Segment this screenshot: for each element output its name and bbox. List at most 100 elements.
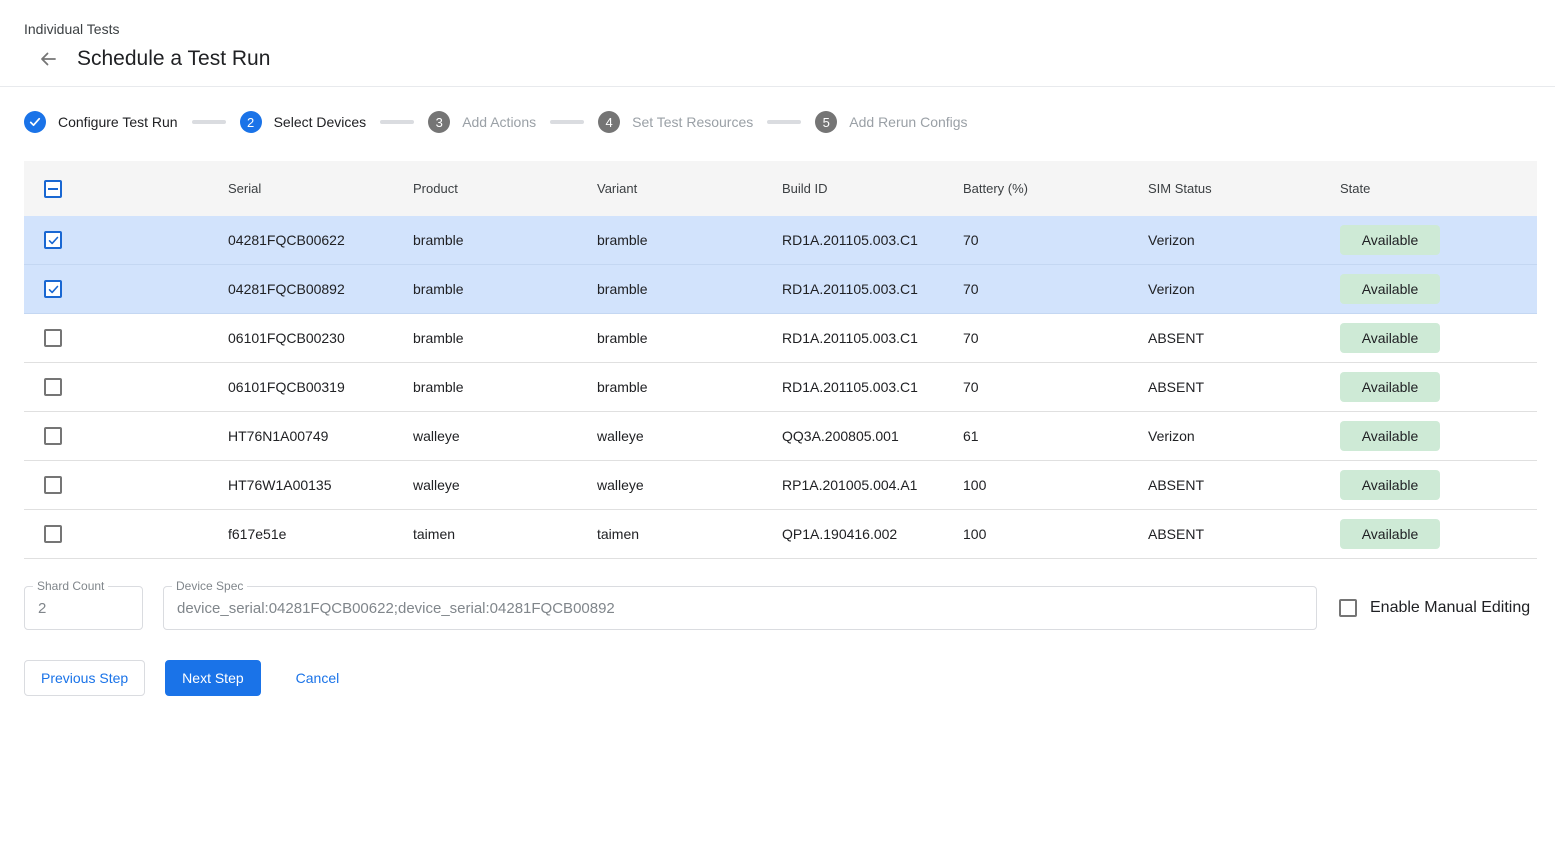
cell-state: Available [1340, 323, 1537, 353]
cell-serial: f617e51e [228, 526, 413, 542]
row-checkbox[interactable] [44, 525, 62, 543]
cell-sim-status: Verizon [1148, 281, 1340, 297]
state-badge: Available [1340, 225, 1440, 255]
cell-variant: taimen [597, 526, 782, 542]
cell-build-id: RP1A.201005.004.A1 [782, 477, 963, 493]
row-checkbox[interactable] [44, 378, 62, 396]
row-checkbox[interactable] [44, 427, 62, 445]
step-connector [550, 120, 584, 124]
cell-state: Available [1340, 519, 1537, 549]
cell-serial: 04281FQCB00892 [228, 281, 413, 297]
stepper-step-4[interactable]: 4 Set Test Resources [598, 111, 753, 133]
cell-battery: 100 [963, 477, 1148, 493]
step-number-badge: 2 [240, 111, 262, 133]
cell-product: bramble [413, 281, 597, 297]
cell-product: taimen [413, 526, 597, 542]
row-checkbox[interactable] [44, 329, 62, 347]
column-header-serial: Serial [228, 181, 413, 196]
stepper-step-3[interactable]: 3Add Actions [428, 111, 536, 133]
row-checkbox[interactable] [44, 280, 62, 298]
cell-variant: bramble [597, 232, 782, 248]
step-check-icon [24, 111, 46, 133]
select-all-cell [24, 180, 228, 198]
shard-count-label: Shard Count [33, 579, 108, 593]
cell-variant: walleye [597, 428, 782, 444]
stepper-step-1[interactable]: Configure Test Run [24, 111, 178, 133]
back-arrow-icon[interactable] [36, 47, 60, 71]
step-label: Select Devices [274, 114, 367, 130]
cell-battery: 70 [963, 330, 1148, 346]
column-header-variant: Variant [597, 181, 782, 196]
device-spec-field[interactable]: Device Spec [163, 586, 1317, 630]
stepper: Configure Test Run 2 Select Devices 3Add Ac… [0, 87, 1555, 161]
cell-state: Available [1340, 470, 1537, 500]
enable-manual-editing-label: Enable Manual Editing [1370, 599, 1530, 617]
cell-variant: bramble [597, 330, 782, 346]
column-header-build-id: Build ID [782, 181, 963, 196]
row-checkbox-cell [24, 280, 228, 298]
cell-serial: 06101FQCB00230 [228, 330, 413, 346]
cell-state: Available [1340, 225, 1537, 255]
cell-battery: 70 [963, 232, 1148, 248]
shard-count-input[interactable] [38, 600, 129, 617]
row-checkbox-cell [24, 329, 228, 347]
cell-serial: 04281FQCB00622 [228, 232, 413, 248]
cell-battery: 61 [963, 428, 1148, 444]
cell-product: walleye [413, 477, 597, 493]
cell-product: bramble [413, 330, 597, 346]
cell-state: Available [1340, 372, 1537, 402]
enable-manual-editing-checkbox[interactable] [1339, 599, 1357, 617]
device-spec-input[interactable] [177, 600, 1303, 617]
row-checkbox-cell [24, 427, 228, 445]
stepper-step-2[interactable]: 2 Select Devices [240, 111, 367, 133]
row-checkbox-cell [24, 476, 228, 494]
device-table-body: 04281FQCB00622bramblebrambleRD1A.201105.… [24, 216, 1537, 559]
row-checkbox-cell [24, 231, 228, 249]
cell-serial: HT76W1A00135 [228, 477, 413, 493]
state-badge: Available [1340, 372, 1440, 402]
stepper-step-5[interactable]: 5Add Rerun Configs [815, 111, 967, 133]
enable-manual-editing-toggle[interactable]: Enable Manual Editing [1339, 599, 1530, 617]
cell-product: bramble [413, 379, 597, 395]
cell-build-id: QQ3A.200805.001 [782, 428, 963, 444]
cell-variant: walleye [597, 477, 782, 493]
device-row[interactable]: 04281FQCB00622bramblebrambleRD1A.201105.… [24, 216, 1537, 265]
step-connector [767, 120, 801, 124]
cell-sim-status: ABSENT [1148, 477, 1340, 493]
step-number-badge: 3 [428, 111, 450, 133]
cell-build-id: RD1A.201105.003.C1 [782, 232, 963, 248]
previous-step-button[interactable]: Previous Step [24, 660, 145, 696]
cell-product: bramble [413, 232, 597, 248]
device-row[interactable]: HT76N1A00749walleyewalleyeQQ3A.200805.00… [24, 412, 1537, 461]
cell-sim-status: ABSENT [1148, 379, 1340, 395]
device-row[interactable]: 06101FQCB00319bramblebrambleRD1A.201105.… [24, 363, 1537, 412]
column-header-product: Product [413, 181, 597, 196]
cell-product: walleye [413, 428, 597, 444]
row-checkbox[interactable] [44, 231, 62, 249]
cell-sim-status: ABSENT [1148, 526, 1340, 542]
cell-serial: HT76N1A00749 [228, 428, 413, 444]
step-label: Set Test Resources [632, 114, 753, 130]
cell-state: Available [1340, 421, 1537, 451]
cell-battery: 100 [963, 526, 1148, 542]
cell-variant: bramble [597, 379, 782, 395]
state-badge: Available [1340, 421, 1440, 451]
cell-state: Available [1340, 274, 1537, 304]
device-row[interactable]: 06101FQCB00230bramblebrambleRD1A.201105.… [24, 314, 1537, 363]
next-step-button[interactable]: Next Step [165, 660, 260, 696]
device-row[interactable]: 04281FQCB00892bramblebrambleRD1A.201105.… [24, 265, 1537, 314]
shard-count-field[interactable]: Shard Count [24, 586, 143, 630]
device-row[interactable]: HT76W1A00135walleyewalleyeRP1A.201005.00… [24, 461, 1537, 510]
device-row[interactable]: f617e51etaimentaimenQP1A.190416.002100AB… [24, 510, 1537, 559]
state-badge: Available [1340, 519, 1440, 549]
select-all-checkbox[interactable] [44, 180, 62, 198]
page-title: Schedule a Test Run [77, 47, 270, 71]
cell-sim-status: ABSENT [1148, 330, 1340, 346]
column-header-state: State [1340, 181, 1537, 196]
column-header-battery: Battery (%) [963, 181, 1148, 196]
cancel-button[interactable]: Cancel [280, 661, 356, 695]
state-badge: Available [1340, 323, 1440, 353]
row-checkbox[interactable] [44, 476, 62, 494]
row-checkbox-cell [24, 378, 228, 396]
step-number-badge: 4 [598, 111, 620, 133]
